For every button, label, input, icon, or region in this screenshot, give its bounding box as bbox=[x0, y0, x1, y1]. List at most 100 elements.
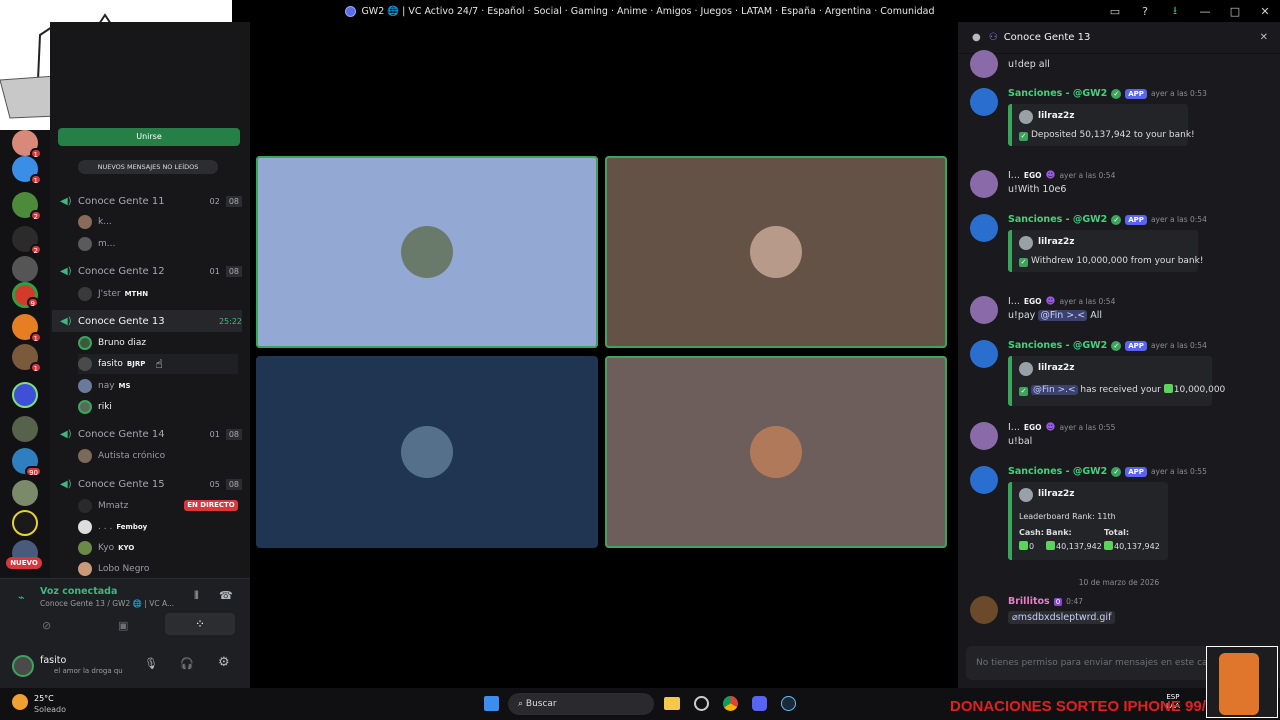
author-name[interactable]: I... bbox=[1008, 296, 1020, 307]
voice-text-chat: ● ⚇ Conoce Gente 13 ✕ u!dep all Sancione… bbox=[958, 22, 1280, 688]
voice-user[interactable]: k... bbox=[78, 212, 238, 232]
voice-user[interactable]: Bruno diaz bbox=[78, 333, 238, 353]
new-messages-pill[interactable]: NUEVOS MENSAJES NO LEÍDOS bbox=[78, 160, 218, 174]
timestamp: ayer a las 0:54 bbox=[1059, 171, 1116, 180]
camera-off-icon[interactable]: ⊘ bbox=[42, 619, 51, 632]
user-mention[interactable]: @Fin >.< bbox=[1038, 310, 1088, 321]
file-explorer-icon[interactable] bbox=[664, 697, 680, 710]
author-name[interactable]: I... bbox=[1008, 422, 1020, 433]
close-icon[interactable]: ✕ bbox=[1260, 32, 1268, 43]
server-icon[interactable]: 1 bbox=[12, 130, 42, 159]
microphone-icon[interactable]: 🎙 bbox=[144, 657, 158, 670]
mention-badge: 2 bbox=[29, 210, 42, 221]
weather-desc[interactable]: Soleado bbox=[34, 705, 66, 714]
server-icon[interactable]: 1 bbox=[12, 314, 42, 343]
author-name[interactable]: Sanciones - @GW2 bbox=[1008, 214, 1107, 225]
user-avatar[interactable] bbox=[12, 655, 34, 677]
avatar bbox=[78, 357, 92, 371]
voice-channel-14[interactable]: ◀) Conoce Gente 14 01 08 bbox=[52, 423, 242, 445]
mention-badge: 1 bbox=[29, 362, 42, 373]
minimize-button[interactable]: — bbox=[1190, 5, 1220, 18]
mention-badge: 1 bbox=[29, 332, 42, 343]
video-tile[interactable] bbox=[256, 156, 598, 348]
avatar bbox=[970, 214, 998, 242]
server-icon[interactable]: 9 bbox=[12, 282, 39, 308]
chrome-icon[interactable] bbox=[723, 696, 738, 711]
server-icon[interactable]: 2 bbox=[12, 226, 42, 255]
voice-channel-path[interactable]: Conoce Gente 13 / GW2 🌐 | VC A... bbox=[40, 599, 174, 608]
activities-icon[interactable]: ⁘ bbox=[165, 613, 235, 635]
video-tile[interactable] bbox=[256, 356, 598, 548]
voice-user[interactable]: Kyo KYO bbox=[78, 538, 238, 558]
app-badge: APP bbox=[1125, 340, 1147, 351]
inbox-icon[interactable]: ▭ bbox=[1100, 5, 1130, 18]
message-text: u!pay @Fin >.< All bbox=[1008, 310, 1103, 321]
cash-value: 0 bbox=[1019, 541, 1034, 551]
voice-channel-13[interactable]: ◀) Conoce Gente 13 25:22 bbox=[52, 310, 242, 332]
author-name[interactable]: Sanciones - @GW2 bbox=[1008, 88, 1107, 99]
discord-app-icon[interactable] bbox=[752, 696, 767, 711]
timestamp: ayer a las 0:54 bbox=[1150, 215, 1207, 224]
voice-user[interactable]: . . . Femboy bbox=[78, 517, 238, 537]
download-icon[interactable]: ⭳ bbox=[1160, 2, 1190, 21]
devil-icon: ☻ bbox=[1045, 170, 1056, 181]
channel-timer: 25:22 bbox=[218, 316, 242, 326]
embed-description: ✓ Deposited 50,137,942 to your bank! bbox=[1019, 130, 1195, 141]
voice-user[interactable]: nay MS bbox=[78, 376, 238, 396]
noise-suppression-icon[interactable]: ⦀ bbox=[194, 589, 199, 603]
speaker-icon: ◀) bbox=[60, 196, 72, 207]
voice-user[interactable]: m... bbox=[78, 234, 238, 254]
timestamp: ayer a las 0:55 bbox=[1150, 467, 1207, 476]
taskbar-search[interactable]: ⌕ Buscar bbox=[508, 693, 654, 715]
mention-badge: 90 bbox=[25, 466, 42, 477]
avatar bbox=[78, 336, 92, 350]
author-name[interactable]: I... bbox=[1008, 170, 1020, 181]
file-attachment[interactable]: ⌀msdbxdsleptwrd.gif bbox=[1008, 611, 1116, 624]
gear-icon[interactable]: ⚙ bbox=[218, 655, 230, 670]
embed-avatar bbox=[1019, 488, 1033, 502]
join-button[interactable]: Unirse bbox=[58, 128, 240, 146]
embed-avatar bbox=[1019, 362, 1033, 376]
voice-status[interactable]: Voz conectada bbox=[40, 586, 117, 597]
disconnect-icon[interactable]: ☎ bbox=[219, 589, 233, 602]
user-tag: MS bbox=[118, 382, 131, 390]
voice-channel-11[interactable]: ◀) Conoce Gente 11 02 08 bbox=[52, 190, 242, 212]
voice-user[interactable]: riki bbox=[78, 397, 238, 417]
headphones-icon[interactable]: 🎧 bbox=[180, 657, 194, 670]
server-icon[interactable]: 1 bbox=[12, 156, 42, 185]
server-icon[interactable] bbox=[12, 256, 38, 282]
new-badge[interactable]: NUEVO bbox=[6, 557, 42, 569]
server-icon[interactable] bbox=[12, 480, 38, 506]
close-button[interactable]: ✕ bbox=[1250, 5, 1280, 18]
server-icon-gw2[interactable] bbox=[12, 382, 38, 408]
embed-avatar bbox=[1019, 236, 1033, 250]
embed-title: lilraz2z bbox=[1038, 237, 1075, 247]
weather-temp[interactable]: 25°C bbox=[34, 694, 54, 703]
author-name[interactable]: Brillitos bbox=[1008, 596, 1050, 607]
screen-share-icon[interactable]: ▣ bbox=[118, 619, 128, 632]
voice-channel-15[interactable]: ◀) Conoce Gente 15 05 08 bbox=[52, 473, 242, 495]
voice-user[interactable]: Lobo Negro bbox=[78, 559, 238, 579]
server-icon[interactable] bbox=[12, 510, 38, 536]
settings-app-icon[interactable] bbox=[694, 696, 709, 711]
server-icon[interactable]: 2 bbox=[12, 192, 42, 221]
start-icon[interactable] bbox=[484, 696, 499, 711]
voice-user[interactable]: fasito BJRP ☝ bbox=[78, 354, 238, 374]
maximize-button[interactable]: □ bbox=[1220, 5, 1250, 18]
video-tile[interactable] bbox=[605, 156, 947, 348]
author-name[interactable]: Sanciones - @GW2 bbox=[1008, 340, 1107, 351]
author-name[interactable]: Sanciones - @GW2 bbox=[1008, 466, 1107, 477]
mention-badge: 9 bbox=[26, 297, 39, 308]
server-icon[interactable]: 90 bbox=[12, 448, 42, 477]
cash-label: Cash: bbox=[1019, 528, 1044, 537]
help-icon[interactable]: ? bbox=[1130, 5, 1160, 18]
phone-overlay bbox=[1206, 646, 1278, 718]
user-mention[interactable]: @Fin >.< bbox=[1031, 385, 1078, 395]
voice-user[interactable]: Autista crónico bbox=[78, 446, 238, 466]
video-tile[interactable] bbox=[605, 356, 947, 548]
voice-channel-12[interactable]: ◀) Conoce Gente 12 01 08 bbox=[52, 260, 242, 282]
steam-icon[interactable] bbox=[781, 696, 796, 711]
server-icon[interactable]: 1 bbox=[12, 344, 42, 373]
voice-user[interactable]: J'ster MTHN bbox=[78, 284, 238, 304]
server-icon[interactable] bbox=[12, 416, 38, 442]
